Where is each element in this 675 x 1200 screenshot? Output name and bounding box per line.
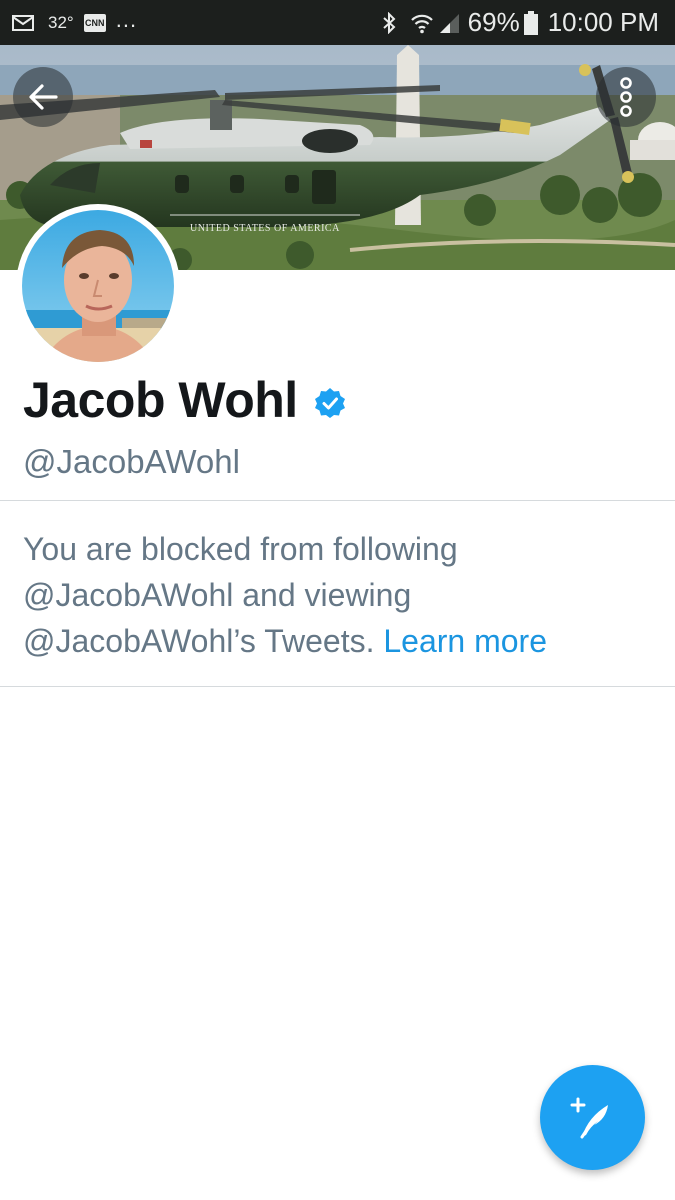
mail-icon xyxy=(12,14,34,31)
back-button[interactable] xyxy=(13,67,73,127)
bluetooth-icon xyxy=(382,11,396,34)
more-vertical-icon xyxy=(620,77,632,117)
clock: 10:00 PM xyxy=(547,7,659,37)
status-bar: 32° CNN ... 69% 10:00 PM xyxy=(0,0,675,45)
battery-icon xyxy=(523,10,538,35)
profile-avatar[interactable] xyxy=(16,204,180,368)
cnn-icon: CNN xyxy=(83,13,106,32)
status-bar-left: 32° CNN ... xyxy=(12,0,137,45)
overflow-menu-button[interactable] xyxy=(596,67,656,127)
learn-more-link[interactable]: Learn more xyxy=(383,623,547,659)
compose-tweet-icon xyxy=(570,1097,608,1138)
temperature-text: 32° xyxy=(48,12,74,32)
display-name: Jacob Wohl xyxy=(23,372,298,428)
signal-icon xyxy=(439,13,459,33)
blocked-notice: You are blocked from following @JacobAWo… xyxy=(23,526,653,664)
battery-percent: 69% xyxy=(467,7,520,37)
banner-text: UNITED STATES OF AMERICA xyxy=(190,223,340,234)
display-name-row: Jacob Wohl xyxy=(23,370,346,430)
profile-handle: @JacobAWohl xyxy=(23,443,240,480)
avatar-photo xyxy=(22,210,174,362)
verified-badge-icon xyxy=(314,388,345,418)
status-bar-right: 69% 10:00 PM xyxy=(382,0,659,45)
more-notifications-indicator: ... xyxy=(115,6,138,32)
divider xyxy=(0,686,675,687)
wifi-icon xyxy=(410,14,433,33)
compose-tweet-button[interactable] xyxy=(540,1065,645,1170)
arrow-left-icon xyxy=(29,84,58,110)
divider xyxy=(0,500,675,501)
